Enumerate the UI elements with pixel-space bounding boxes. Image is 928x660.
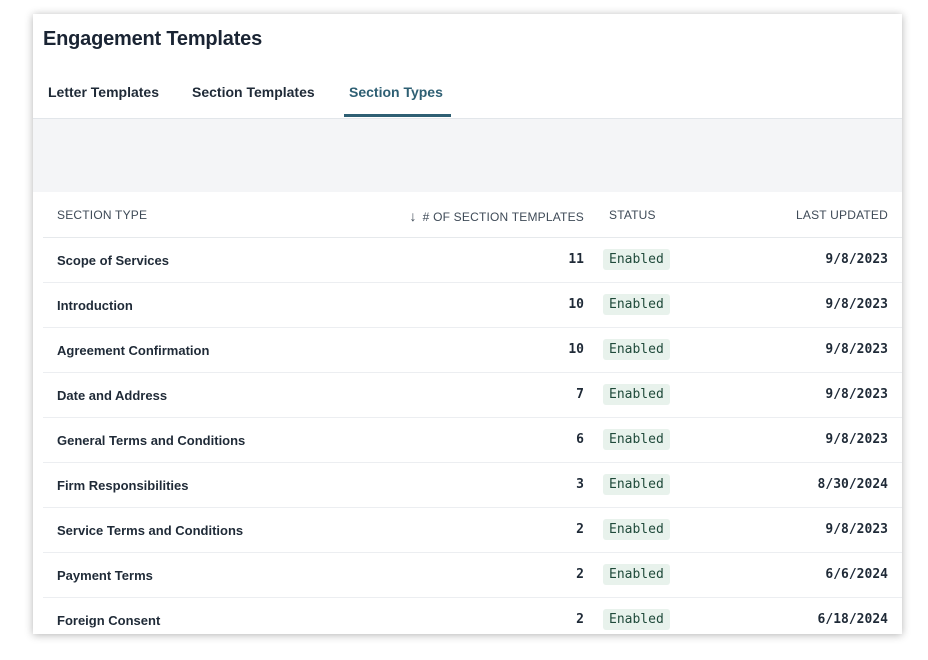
status-badge: Enabled [603,339,670,360]
status-badge: Enabled [603,429,670,450]
active-tab-indicator [344,114,451,117]
last-updated-date: 6/18/2024 [817,612,888,627]
status-badge-text: Enabled [603,519,670,540]
template-count: 2 [576,612,584,627]
column-header-section-type[interactable]: SECTION TYPE [57,208,147,222]
template-count: 7 [576,387,584,402]
status-badge-text: Enabled [603,474,670,495]
template-count: 11 [568,252,584,267]
table-row[interactable]: General Terms and Conditions 6 Enabled 9… [43,418,902,463]
last-updated-date: 9/8/2023 [825,522,888,537]
page-title: Engagement Templates [43,28,263,50]
last-updated-date: 9/8/2023 [825,342,888,357]
last-updated-date: 9/8/2023 [825,252,888,267]
status-badge: Enabled [603,294,670,315]
tab-section-types[interactable]: Section Types [349,84,443,100]
status-badge-text: Enabled [603,294,670,315]
last-updated-date: 9/8/2023 [825,387,888,402]
table-header: SECTION TYPE ↓ # OF SECTION TEMPLATES STA… [43,192,902,238]
column-header-count-label: # OF SECTION TEMPLATES [422,210,584,224]
last-updated-date: 6/6/2024 [825,567,888,582]
engagement-templates-panel: Engagement Templates Letter Templates Se… [33,14,902,634]
section-type-name[interactable]: General Terms and Conditions [57,433,245,448]
section-type-name[interactable]: Payment Terms [57,568,153,583]
section-type-name[interactable]: Firm Responsibilities [57,478,188,493]
status-badge: Enabled [603,519,670,540]
status-badge-text: Enabled [603,564,670,585]
section-types-table: SECTION TYPE ↓ # OF SECTION TEMPLATES STA… [43,192,902,634]
column-header-status[interactable]: STATUS [609,208,656,222]
template-count: 3 [576,477,584,492]
status-badge: Enabled [603,384,670,405]
section-type-name[interactable]: Date and Address [57,388,167,403]
status-badge: Enabled [603,609,670,630]
table-row[interactable]: Introduction 10 Enabled 9/8/2023 [43,283,902,328]
tab-bar: Letter Templates Section Templates Secti… [33,72,902,119]
status-badge: Enabled [603,564,670,585]
table-row[interactable]: Date and Address 7 Enabled 9/8/2023 [43,373,902,418]
section-type-name[interactable]: Agreement Confirmation [57,343,209,358]
status-badge-text: Enabled [603,339,670,360]
section-type-name[interactable]: Service Terms and Conditions [57,523,243,538]
section-type-name[interactable]: Introduction [57,298,133,313]
table-row[interactable]: Scope of Services 11 Enabled 9/8/2023 [43,238,902,283]
template-count: 6 [576,432,584,447]
last-updated-date: 9/8/2023 [825,297,888,312]
status-badge: Enabled [603,249,670,270]
status-badge-text: Enabled [603,609,670,630]
template-count: 10 [568,297,584,312]
section-type-name[interactable]: Foreign Consent [57,613,160,628]
column-header-count[interactable]: ↓ # OF SECTION TEMPLATES [409,208,584,224]
table-row[interactable]: Agreement Confirmation 10 Enabled 9/8/20… [43,328,902,373]
toolbar-band [33,119,902,192]
last-updated-date: 8/30/2024 [817,477,888,492]
template-count: 2 [576,522,584,537]
template-count: 10 [568,342,584,357]
status-badge-text: Enabled [603,384,670,405]
last-updated-date: 9/8/2023 [825,432,888,447]
status-badge-text: Enabled [603,429,670,450]
status-badge: Enabled [603,474,670,495]
tab-section-templates[interactable]: Section Templates [192,84,315,100]
table-row[interactable]: Firm Responsibilities 3 Enabled 8/30/202… [43,463,902,508]
status-badge-text: Enabled [603,249,670,270]
table-row[interactable]: Foreign Consent 2 Enabled 6/18/2024 [43,598,902,634]
template-count: 2 [576,567,584,582]
arrow-down-icon: ↓ [409,208,417,224]
table-row[interactable]: Payment Terms 2 Enabled 6/6/2024 [43,553,902,598]
section-type-name[interactable]: Scope of Services [57,253,169,268]
table-row[interactable]: Service Terms and Conditions 2 Enabled 9… [43,508,902,553]
column-header-last-updated[interactable]: LAST UPDATED [796,208,888,222]
tab-letter-templates[interactable]: Letter Templates [48,84,159,100]
